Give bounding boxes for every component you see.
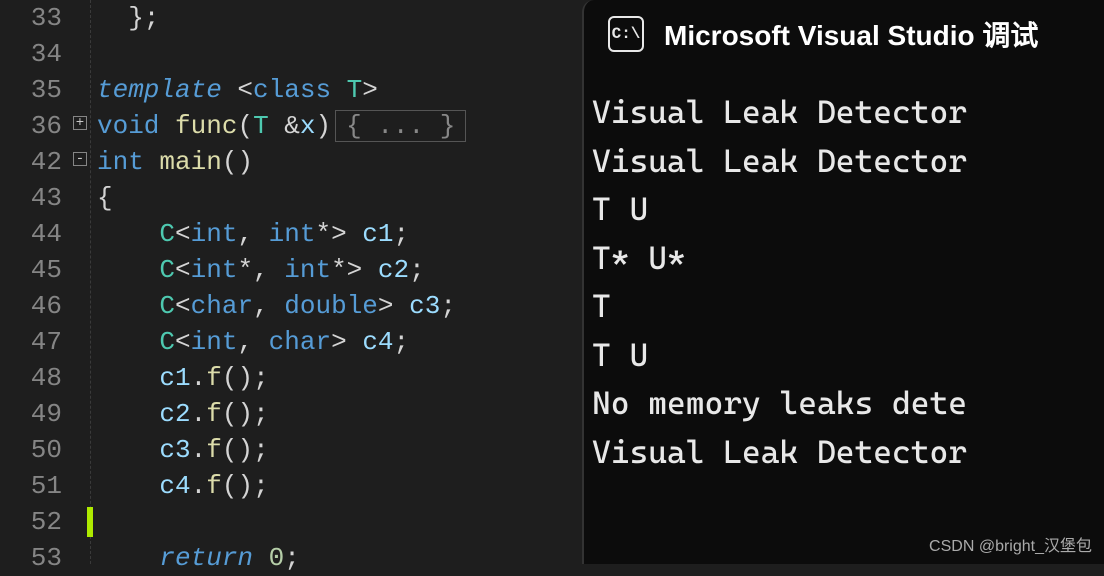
code-line[interactable]: }; xyxy=(97,0,580,36)
console-output-line: T U xyxy=(592,185,1096,234)
code-line[interactable]: C<char, double> c3; xyxy=(97,288,580,324)
line-number: 43 xyxy=(0,180,62,216)
code-line[interactable]: { xyxy=(97,180,580,216)
line-number: 33 xyxy=(0,0,62,36)
console-icon-text: C:\ xyxy=(612,25,641,43)
console-output-line: Visual Leak Detector xyxy=(592,428,1096,477)
fold-toggle xyxy=(70,288,90,324)
watermark: CSDN @bright_汉堡包 xyxy=(929,532,1092,556)
code-line[interactable]: void func(T &x){ ... } xyxy=(97,108,580,144)
expand-icon[interactable]: + xyxy=(73,116,87,130)
fold-toggle xyxy=(70,36,90,72)
fold-column[interactable]: +- xyxy=(70,0,90,564)
line-number: 50 xyxy=(0,432,62,468)
console-output[interactable]: Visual Leak DetectorVisual Leak Detector… xyxy=(584,68,1104,484)
console-output-line: T* U* xyxy=(592,234,1096,283)
code-line[interactable] xyxy=(97,36,580,72)
code-line[interactable]: C<int, int*> c1; xyxy=(97,216,580,252)
line-number: 34 xyxy=(0,36,62,72)
fold-toggle xyxy=(70,432,90,468)
fold-toggle xyxy=(70,216,90,252)
console-title: Microsoft Visual Studio 调试 xyxy=(664,14,1038,54)
line-number: 51 xyxy=(0,468,62,504)
line-number: 52 xyxy=(0,504,62,540)
line-number: 47 xyxy=(0,324,62,360)
code-area[interactable]: }; template <class T>void func(T &x){ ...… xyxy=(90,0,580,564)
console-titlebar[interactable]: C:\ Microsoft Visual Studio 调试 xyxy=(584,0,1104,68)
code-line[interactable]: c4.f(); xyxy=(97,468,580,504)
code-line[interactable]: template <class T> xyxy=(97,72,580,108)
console-output-line: T U xyxy=(592,331,1096,380)
fold-toggle[interactable]: - xyxy=(70,144,90,180)
fold-toggle xyxy=(70,72,90,108)
code-line[interactable] xyxy=(97,504,580,540)
fold-toggle xyxy=(70,324,90,360)
line-number: 48 xyxy=(0,360,62,396)
fold-toggle xyxy=(70,252,90,288)
fold-toggle xyxy=(70,180,90,216)
console-output-line: T xyxy=(592,282,1096,331)
line-number: 53 xyxy=(0,540,62,576)
line-number: 36 xyxy=(0,108,62,144)
code-line[interactable]: return 0; xyxy=(97,540,580,576)
fold-toggle[interactable]: + xyxy=(70,108,90,144)
code-line[interactable]: c1.f(); xyxy=(97,360,580,396)
fold-toggle xyxy=(70,396,90,432)
code-line[interactable]: C<int, char> c4; xyxy=(97,324,580,360)
line-number: 44 xyxy=(0,216,62,252)
fold-toggle xyxy=(70,0,90,36)
line-number: 45 xyxy=(0,252,62,288)
line-number: 49 xyxy=(0,396,62,432)
line-number: 46 xyxy=(0,288,62,324)
fold-toggle xyxy=(70,468,90,504)
console-output-line: Visual Leak Detector xyxy=(592,137,1096,186)
console-output-line: No memory leaks dete xyxy=(592,379,1096,428)
code-line[interactable]: c2.f(); xyxy=(97,396,580,432)
fold-toggle xyxy=(70,540,90,576)
collapse-icon[interactable]: - xyxy=(73,152,87,166)
code-line[interactable]: C<int*, int*> c2; xyxy=(97,252,580,288)
code-line[interactable]: int main() xyxy=(97,144,580,180)
app-container: 33343536424344454647484950515253 +- };te… xyxy=(0,0,1104,564)
fold-toggle xyxy=(70,360,90,396)
console-output-line: Visual Leak Detector xyxy=(592,88,1096,137)
line-number: 42 xyxy=(0,144,62,180)
line-number-gutter: 33343536424344454647484950515253 xyxy=(0,0,70,564)
line-number: 35 xyxy=(0,72,62,108)
debug-console-window: C:\ Microsoft Visual Studio 调试 Visual Le… xyxy=(582,0,1104,564)
code-editor[interactable]: 33343536424344454647484950515253 +- };te… xyxy=(0,0,580,564)
console-icon: C:\ xyxy=(608,16,644,52)
code-line[interactable]: c3.f(); xyxy=(97,432,580,468)
